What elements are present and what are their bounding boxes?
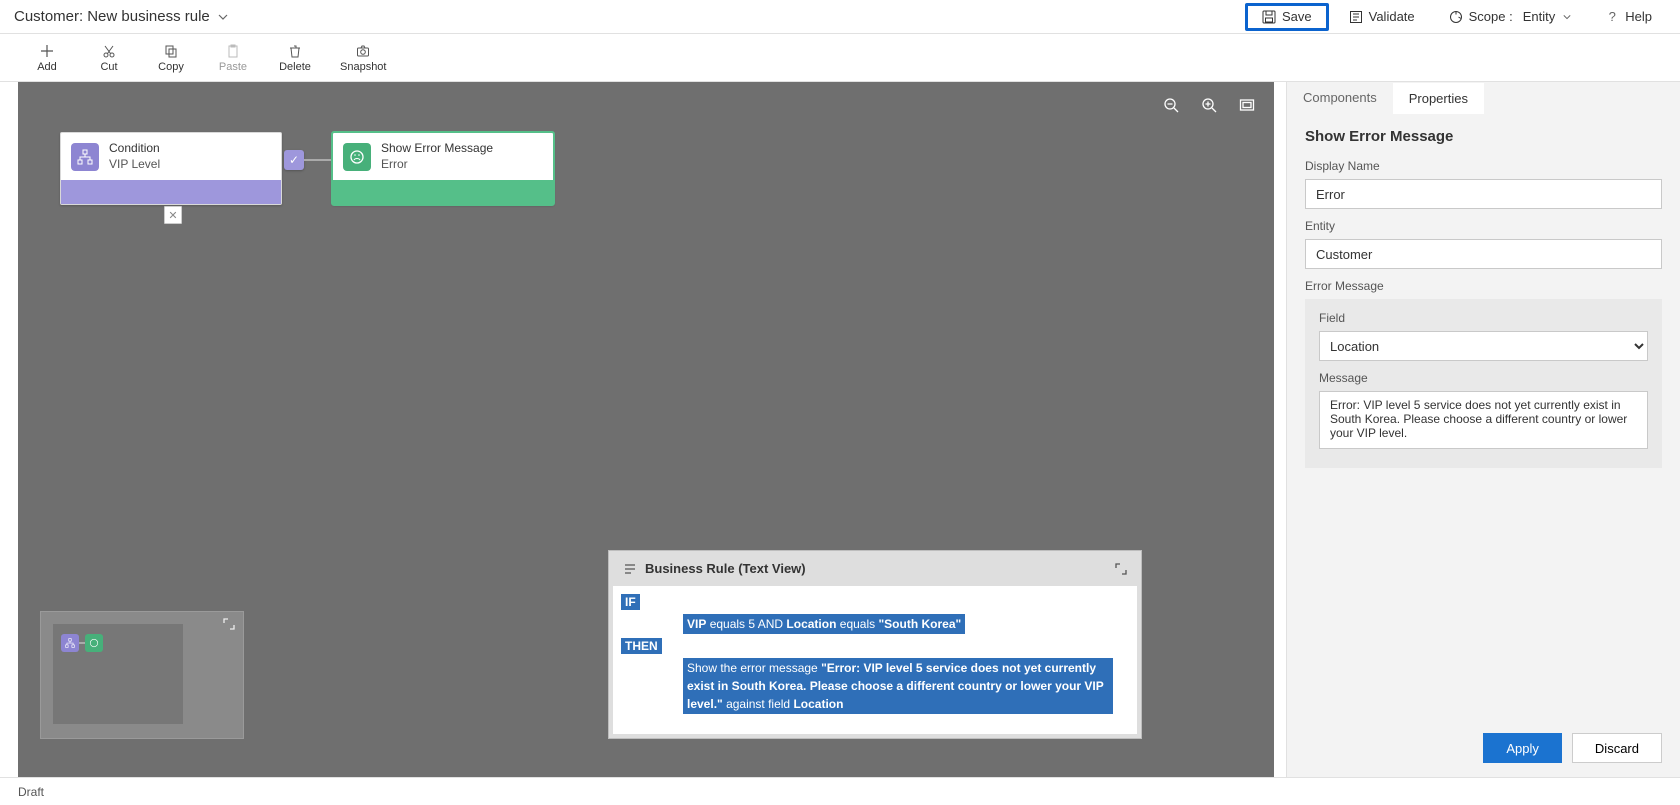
help-button[interactable]: ? Help [1591, 3, 1666, 31]
show-error-node[interactable]: Show Error Message Error [332, 132, 554, 205]
entity-label: Entity [1305, 219, 1662, 233]
title-rule-name: New business rule [87, 8, 210, 25]
main-area: Condition VIP Level ✓ ✕ Show Error Messa… [0, 82, 1680, 777]
condition-icon [71, 143, 99, 171]
help-icon: ? [1605, 10, 1619, 24]
help-label: Help [1625, 9, 1652, 24]
title-entity: Customer: [14, 8, 83, 25]
properties-section-title: Show Error Message [1305, 128, 1662, 145]
action-subtitle: Error [381, 157, 493, 173]
minimap-viewport [53, 624, 183, 724]
scope-dropdown[interactable]: Scope : Entity [1435, 3, 1586, 31]
message-textarea[interactable] [1319, 391, 1648, 449]
apply-button[interactable]: Apply [1483, 733, 1562, 763]
display-name-input[interactable] [1305, 179, 1662, 209]
scissors-icon [101, 43, 117, 59]
properties-sidebar: Components Properties Show Error Message… [1286, 82, 1680, 777]
condition-node[interactable]: Condition VIP Level [60, 132, 282, 205]
entity-input[interactable] [1305, 239, 1662, 269]
canvas-tools [1162, 96, 1256, 114]
minimap-condition-icon [61, 634, 79, 652]
status-text: Draft [18, 785, 44, 799]
scope-label: Scope : [1469, 9, 1513, 24]
designer-canvas[interactable]: Condition VIP Level ✓ ✕ Show Error Messa… [18, 82, 1274, 777]
error-message-group: Field Location Message [1305, 299, 1662, 468]
textview-body[interactable]: IF VIP equals 5 AND Location equals "Sou… [613, 586, 1137, 734]
panel-actions: Apply Discard [1287, 719, 1680, 777]
error-message-label: Error Message [1305, 279, 1662, 293]
page-title[interactable]: Customer: New business rule [14, 8, 228, 25]
collapse-icon[interactable] [1115, 563, 1127, 575]
tab-components[interactable]: Components [1287, 82, 1393, 114]
if-keyword: IF [621, 594, 640, 610]
condition-subtitle: VIP Level [109, 157, 160, 173]
sidebar-tabs: Components Properties [1287, 82, 1680, 114]
trash-icon [287, 43, 303, 59]
false-branch-icon: ✕ [164, 206, 182, 224]
camera-icon [355, 43, 371, 59]
status-bar: Draft [0, 777, 1680, 805]
save-icon [1262, 10, 1276, 24]
copy-icon [163, 43, 179, 59]
plus-icon [39, 43, 55, 59]
toolbar: Add Cut Copy Paste Delete Snapshot [0, 34, 1680, 82]
condition-footer [61, 180, 281, 204]
condition-title: Condition [109, 141, 160, 157]
header-actions: Save Validate Scope : Entity ? Help [1245, 3, 1666, 31]
field-label: Field [1319, 311, 1648, 325]
textview-icon [623, 562, 637, 576]
zoom-in-button[interactable] [1200, 96, 1218, 114]
minimap-action-icon [85, 634, 103, 652]
textview-title: Business Rule (Text View) [645, 561, 806, 576]
properties-panel: Show Error Message Display Name Entity E… [1287, 114, 1680, 719]
zoom-out-button[interactable] [1162, 96, 1180, 114]
true-branch-icon: ✓ [284, 150, 304, 170]
add-button[interactable]: Add [30, 43, 64, 73]
then-keyword: THEN [621, 638, 662, 654]
scope-value: Entity [1523, 9, 1556, 24]
delete-button[interactable]: Delete [278, 43, 312, 73]
display-name-label: Display Name [1305, 159, 1662, 173]
connector-line [304, 159, 332, 161]
copy-button[interactable]: Copy [154, 43, 188, 73]
header-bar: Customer: New business rule Save Validat… [0, 0, 1680, 34]
validate-label: Validate [1369, 9, 1415, 24]
paste-button[interactable]: Paste [216, 43, 250, 73]
if-condition-text: VIP equals 5 AND Location equals "South … [683, 614, 965, 634]
scope-icon [1449, 10, 1463, 24]
business-rule-text-view: Business Rule (Text View) IF VIP equals … [608, 550, 1142, 739]
validate-icon [1349, 10, 1363, 24]
chevron-down-icon[interactable] [218, 12, 228, 22]
snapshot-button[interactable]: Snapshot [340, 43, 386, 73]
validate-button[interactable]: Validate [1335, 3, 1429, 31]
discard-button[interactable]: Discard [1572, 733, 1662, 763]
fit-screen-button[interactable] [1238, 96, 1256, 114]
minimap[interactable] [40, 611, 244, 739]
action-footer [333, 180, 553, 204]
field-select[interactable]: Location [1319, 331, 1648, 361]
save-label: Save [1282, 9, 1312, 24]
expand-icon[interactable] [223, 618, 237, 632]
save-button[interactable]: Save [1245, 3, 1329, 31]
tab-properties[interactable]: Properties [1393, 82, 1484, 114]
cut-button[interactable]: Cut [92, 43, 126, 73]
action-title: Show Error Message [381, 141, 493, 157]
paste-icon [225, 43, 241, 59]
then-action-text: Show the error message "Error: VIP level… [683, 658, 1113, 714]
error-action-icon [343, 143, 371, 171]
message-label: Message [1319, 371, 1648, 385]
